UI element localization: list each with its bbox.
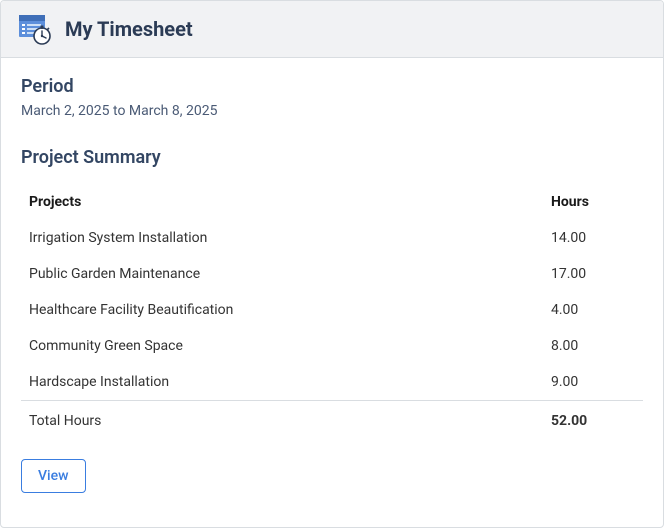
table-row: Hardscape Installation 9.00 [21, 364, 643, 401]
col-hours: Hours [543, 184, 643, 220]
project-name: Public Garden Maintenance [21, 256, 543, 292]
total-hours: 52.00 [543, 401, 643, 440]
project-hours: 8.00 [543, 328, 643, 364]
project-hours: 4.00 [543, 292, 643, 328]
project-hours: 17.00 [543, 256, 643, 292]
table-row: Irrigation System Installation 14.00 [21, 220, 643, 256]
card-body: Period March 2, 2025 to March 8, 2025 Pr… [1, 58, 663, 527]
page-title: My Timesheet [65, 17, 193, 41]
table-row: Public Garden Maintenance 17.00 [21, 256, 643, 292]
period-range: March 2, 2025 to March 8, 2025 [21, 103, 643, 119]
card-header: My Timesheet [1, 1, 663, 58]
project-hours: 9.00 [543, 364, 643, 401]
total-label: Total Hours [21, 401, 543, 440]
project-summary-heading: Project Summary [21, 147, 643, 168]
table-row: Community Green Space 8.00 [21, 328, 643, 364]
view-button[interactable]: View [21, 459, 86, 493]
period-heading: Period [21, 76, 643, 97]
table-row: Healthcare Facility Beautification 4.00 [21, 292, 643, 328]
project-name: Hardscape Installation [21, 364, 543, 401]
project-hours: 14.00 [543, 220, 643, 256]
col-projects: Projects [21, 184, 543, 220]
project-name: Irrigation System Installation [21, 220, 543, 256]
total-row: Total Hours 52.00 [21, 401, 643, 440]
timesheet-card: My Timesheet Period March 2, 2025 to Mar… [0, 0, 664, 528]
project-name: Healthcare Facility Beautification [21, 292, 543, 328]
timesheet-icon [19, 13, 51, 45]
project-name: Community Green Space [21, 328, 543, 364]
project-summary-table: Projects Hours Irrigation System Install… [21, 184, 643, 439]
